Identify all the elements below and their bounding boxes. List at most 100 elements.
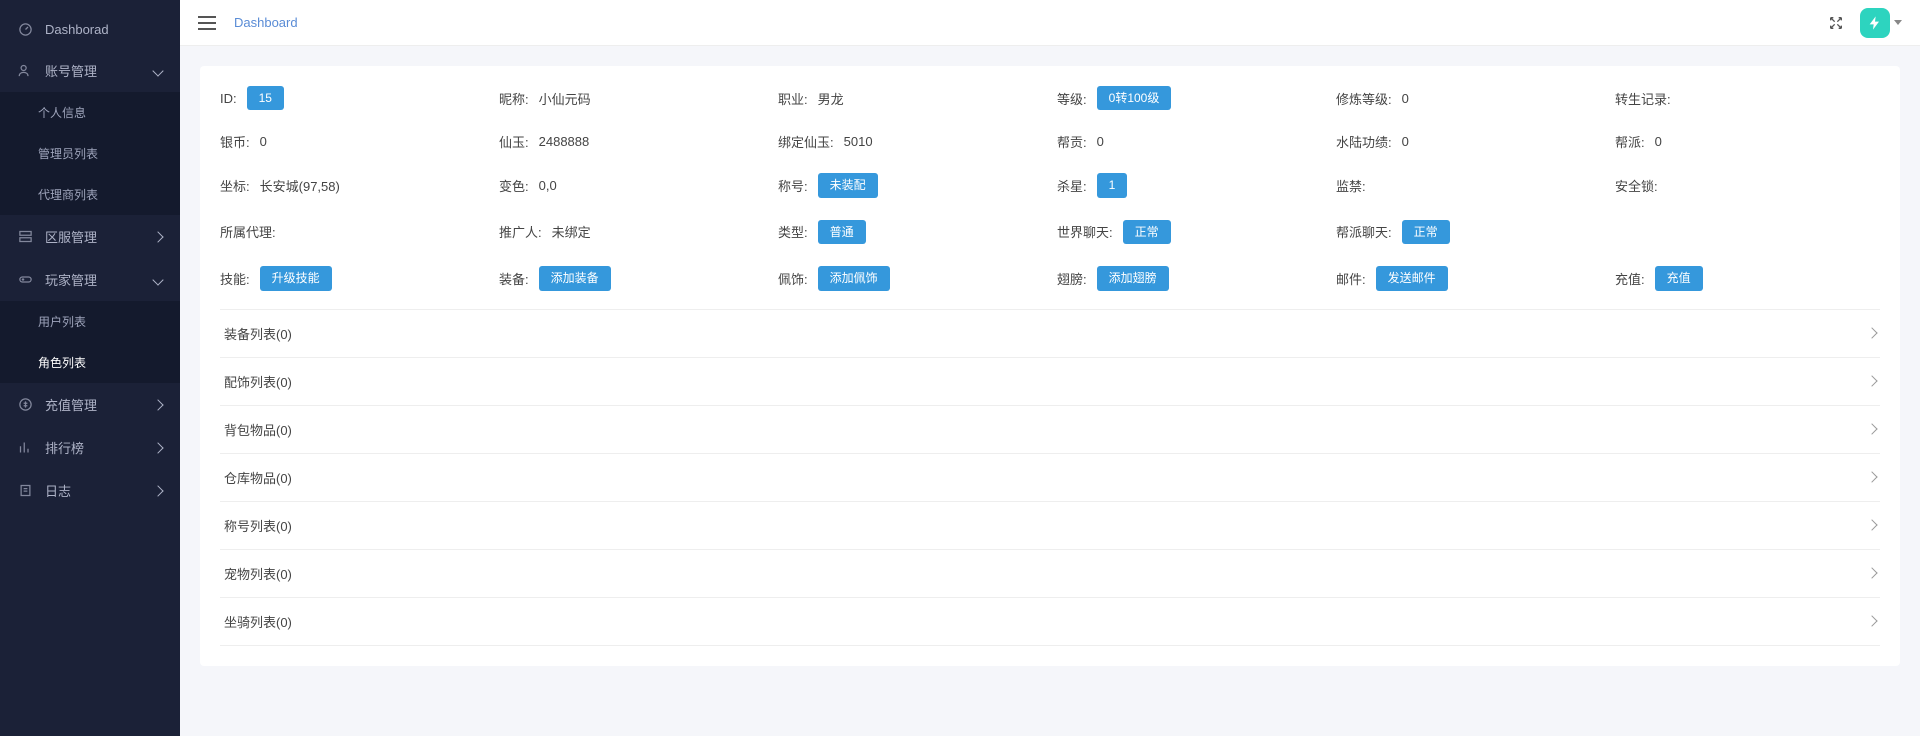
- title-button[interactable]: 未装配: [818, 173, 878, 197]
- sidebar-item-label: 个人信息: [38, 104, 86, 121]
- breadcrumb[interactable]: Dashboard: [234, 15, 298, 30]
- gamepad-icon: [18, 272, 33, 287]
- recharge-button[interactable]: 充值: [1655, 266, 1703, 290]
- info-grid: ID15 昵称小仙元码 职业男龙 等级0转100级 修炼等级0 转生记录 银币0…: [220, 86, 1880, 291]
- field-color: 变色 0,0: [499, 173, 764, 197]
- chevron-right-icon: [1866, 567, 1877, 578]
- value: 男龙: [818, 89, 844, 108]
- field-promoter: 推广人未绑定: [499, 220, 764, 244]
- pendant-button[interactable]: 添加佩饰: [818, 266, 890, 290]
- accordion-label: 背包物品(0): [224, 420, 292, 439]
- chevron-right-icon: [1866, 519, 1877, 530]
- sidebar-item-userlist[interactable]: 用户列表: [0, 301, 180, 342]
- wing-button[interactable]: 添加翅膀: [1097, 266, 1169, 290]
- server-icon: [18, 229, 33, 244]
- accordion-item-equip[interactable]: 装备列表(0): [220, 310, 1880, 358]
- value: 0: [260, 134, 267, 149]
- type-button[interactable]: 普通: [818, 220, 866, 244]
- sidebar-item-recharge[interactable]: 充值管理: [0, 383, 180, 426]
- accordion-item-mounts[interactable]: 坐骑列表(0): [220, 598, 1880, 646]
- value: 0: [1402, 134, 1409, 149]
- sidebar-item-rolelist[interactable]: 角色列表: [0, 342, 180, 383]
- sidebar-item-players[interactable]: 玩家管理: [0, 258, 180, 301]
- sidebar-item-account[interactable]: 账号管理: [0, 49, 180, 92]
- label: 等级: [1057, 89, 1087, 108]
- user-menu[interactable]: [1860, 8, 1902, 38]
- main-area: Dashboard ID15 昵称小仙元码 职业男龙 等级0转100级 修炼等级…: [180, 0, 1920, 736]
- mail-button[interactable]: 发送邮件: [1376, 266, 1448, 290]
- value: 2488888: [539, 134, 590, 149]
- sidebar-item-rank[interactable]: 排行榜: [0, 426, 180, 469]
- label: ID: [220, 91, 237, 106]
- sidebar-item-label: 用户列表: [38, 313, 86, 330]
- chevron-right-icon: [1866, 375, 1877, 386]
- dashboard-icon: [18, 22, 33, 37]
- field-wing: 翅膀添加翅膀: [1057, 266, 1322, 290]
- fullscreen-icon[interactable]: [1828, 15, 1844, 31]
- sidebar-item-profile[interactable]: 个人信息: [0, 92, 180, 133]
- label: 帮贡: [1057, 132, 1087, 151]
- label: 水陆功绩: [1336, 132, 1392, 151]
- label: 职业: [778, 89, 808, 108]
- menu-toggle-icon[interactable]: [198, 16, 216, 30]
- topbar: Dashboard: [180, 0, 1920, 46]
- value: 0: [1402, 91, 1409, 106]
- label: 转生记录: [1615, 89, 1671, 108]
- accordion-item-backpack[interactable]: 背包物品(0): [220, 406, 1880, 454]
- sidebar-item-log[interactable]: 日志: [0, 469, 180, 512]
- level-button[interactable]: 0转100级: [1097, 86, 1172, 110]
- field-silver: 银币 0: [220, 132, 485, 151]
- field-skill: 技能升级技能: [220, 266, 485, 290]
- field-agent: 所属代理: [220, 220, 485, 244]
- label: 监禁: [1336, 176, 1366, 195]
- guildchat-button[interactable]: 正常: [1402, 220, 1450, 244]
- field-title: 称号未装配: [778, 173, 1043, 197]
- label: 昵称: [499, 89, 529, 108]
- sidebar-item-label: 代理商列表: [38, 186, 98, 203]
- label: 银币: [220, 132, 250, 151]
- label: 充值: [1615, 269, 1645, 288]
- label: 变色: [499, 176, 529, 195]
- chevron-down-icon: [1894, 20, 1902, 25]
- submenu-account: 个人信息 管理员列表 代理商列表: [0, 92, 180, 215]
- field-guildchat: 帮派聊天正常: [1336, 220, 1601, 244]
- id-button[interactable]: 15: [247, 86, 284, 110]
- money-icon: [18, 397, 33, 412]
- panel: ID15 昵称小仙元码 职业男龙 等级0转100级 修炼等级0 转生记录 银币0…: [200, 66, 1900, 666]
- value: 0,0: [539, 178, 557, 193]
- sidebar-item-zones[interactable]: 区服管理: [0, 215, 180, 258]
- field-recharge: 充值充值: [1615, 266, 1880, 290]
- accordion-item-warehouse[interactable]: 仓库物品(0): [220, 454, 1880, 502]
- value: 未绑定: [552, 222, 591, 241]
- field-type: 类型普通: [778, 220, 1043, 244]
- sidebar-item-agents[interactable]: 代理商列表: [0, 174, 180, 215]
- accordion-item-pendant[interactable]: 配饰列表(0): [220, 358, 1880, 406]
- log-icon: [18, 483, 33, 498]
- label: 坐标: [220, 176, 250, 195]
- label: 修炼等级: [1336, 89, 1392, 108]
- label: 绑定仙玉: [778, 132, 834, 151]
- kill-button[interactable]: 1: [1097, 173, 1128, 197]
- sidebar-item-dashboard[interactable]: Dashborad: [0, 10, 180, 49]
- accordion-item-titles[interactable]: 称号列表(0): [220, 502, 1880, 550]
- value: 长安城(97,58): [260, 176, 340, 195]
- accordion-label: 仓库物品(0): [224, 468, 292, 487]
- field-rebirth: 转生记录: [1615, 86, 1880, 110]
- field-merit: 水陆功绩 0: [1336, 132, 1601, 151]
- field-ban: 监禁: [1336, 173, 1601, 197]
- sidebar-item-label: 玩家管理: [45, 270, 97, 289]
- field-empty: [1615, 220, 1880, 244]
- label: 装备: [499, 269, 529, 288]
- accordion-item-pets[interactable]: 宠物列表(0): [220, 550, 1880, 598]
- sidebar-item-label: 日志: [45, 481, 71, 500]
- worldchat-button[interactable]: 正常: [1123, 220, 1171, 244]
- sidebar-item-admins[interactable]: 管理员列表: [0, 133, 180, 174]
- skill-button[interactable]: 升级技能: [260, 266, 332, 290]
- equip-button[interactable]: 添加装备: [539, 266, 611, 290]
- field-kill: 杀星 1: [1057, 173, 1322, 197]
- accordion-label: 宠物列表(0): [224, 564, 292, 583]
- label: 翅膀: [1057, 269, 1087, 288]
- field-coord: 坐标长安城(97,58): [220, 173, 485, 197]
- label: 杀星: [1057, 176, 1087, 195]
- label: 安全锁: [1615, 176, 1658, 195]
